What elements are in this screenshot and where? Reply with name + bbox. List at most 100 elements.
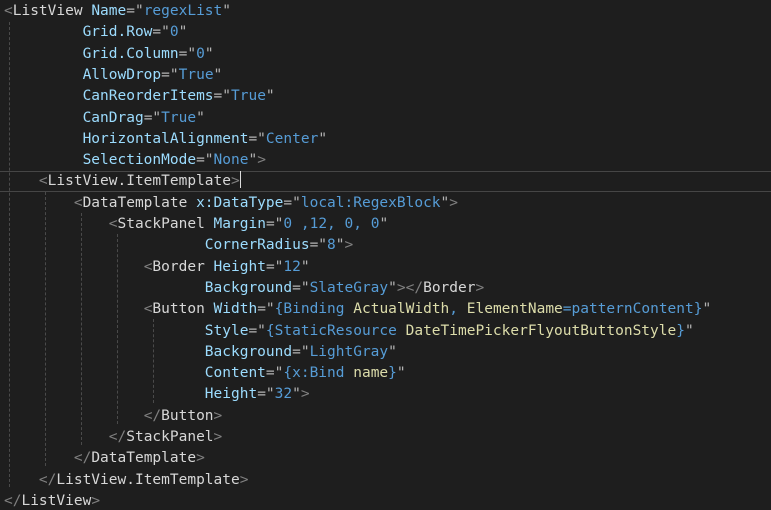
attribute-quote: =" (292, 279, 310, 296)
attribute-quote: " (388, 279, 397, 296)
attribute-value: Center (265, 130, 319, 147)
markup-extension-arg: ElementName (466, 301, 563, 318)
code-line[interactable]: <Button Width="{Binding ActualWidth, Ele… (4, 299, 712, 320)
tag-bracket: > (300, 386, 310, 403)
attribute-name: CanReorderItems (82, 88, 214, 105)
attribute-name: Grid.Row (82, 24, 153, 41)
markup-extension-arg: name (353, 365, 389, 382)
attribute-quote: =" (248, 130, 266, 147)
tag-bracket: > (196, 450, 205, 467)
code-line[interactable]: AllowDrop="True" (4, 65, 223, 86)
attribute-quote: " (396, 365, 406, 382)
attribute-quote: =" (178, 45, 197, 62)
code-line[interactable]: </ListView.ItemTemplate> (4, 470, 249, 491)
tag-bracket: > (344, 237, 354, 254)
attribute-quote: " (388, 343, 397, 360)
attribute-quote: =" (143, 109, 162, 126)
tag-bracket: < (73, 194, 83, 211)
element-name: StackPanel (126, 429, 214, 445)
attribute-quote: " (204, 45, 214, 62)
markup-extension-arg: DateTimePickerFlyoutButtonStyle (405, 322, 677, 339)
attribute-value: } (388, 365, 397, 382)
tag-bracket: </ (143, 407, 162, 424)
attribute-quote: =" (126, 3, 144, 19)
attribute-quote: " (440, 194, 450, 211)
attribute-value: 32 (274, 386, 293, 403)
tag-bracket: > (213, 407, 223, 424)
code-editor[interactable]: <ListView Name="regexList" Grid.Row="0" … (0, 0, 771, 510)
code-line[interactable]: Height="32"> (4, 384, 310, 405)
code-line[interactable]: <ListView Name="regexList" (4, 1, 231, 22)
code-line[interactable]: </StackPanel> (4, 427, 223, 448)
code-line[interactable]: <StackPanel Margin="0 ,12, 0, 0" (4, 214, 388, 235)
attribute-value: { (283, 365, 293, 382)
attribute-value: StaticResource (274, 322, 397, 339)
code-line[interactable]: Content="{x:Bind name}" (4, 363, 406, 384)
code-line[interactable]: Background="LightGray" (4, 342, 397, 363)
code-line[interactable]: CanDrag="True" (4, 108, 205, 129)
code-line[interactable]: CanReorderItems="True" (4, 86, 275, 107)
attribute-name: x:DataType (196, 194, 284, 211)
attribute-name: Grid.Column (82, 45, 179, 62)
attribute-value: 8 (327, 237, 336, 254)
attribute-name: Name (91, 3, 127, 19)
code-line[interactable]: Grid.Column="0" (4, 44, 214, 65)
attribute-value: 12 (283, 258, 301, 275)
code-line[interactable]: Grid.Row="0" (4, 22, 188, 43)
tag-bracket: > (475, 279, 485, 296)
tag-bracket: < (38, 173, 48, 190)
tag-bracket: > (213, 429, 223, 445)
element-name: Button (152, 301, 205, 318)
attribute-value: None (213, 152, 249, 169)
code-line[interactable]: Background="SlateGray"></Border> (4, 278, 484, 299)
element-name: DataTemplate (91, 450, 197, 467)
code-line[interactable]: Style="{StaticResource DateTimePickerFly… (4, 321, 694, 342)
code-line[interactable]: <DataTemplate x:DataType="local:RegexBlo… (4, 193, 458, 214)
attribute-value: 0 ,12, 0, 0 (283, 216, 380, 232)
tag-bracket: > (257, 152, 266, 169)
element-name: Border (423, 279, 476, 296)
attribute-value: regexList (143, 3, 223, 19)
attribute-value: LightGray (309, 343, 389, 360)
code-line[interactable]: CornerRadius="8"> (4, 235, 353, 256)
attribute-quote: =" (152, 24, 170, 41)
attribute-quote: " (702, 301, 712, 318)
attribute-value: local:RegexBlock (300, 194, 441, 211)
code-line[interactable]: </ListView> (4, 491, 100, 510)
attribute-name: CanDrag (82, 109, 144, 126)
attribute-name: CornerRadius (204, 237, 310, 254)
attribute-value: 0 (196, 45, 205, 62)
element-name: Button (161, 407, 214, 424)
tag-bracket: < (108, 216, 118, 232)
element-name: StackPanel (117, 216, 205, 232)
attribute-quote: =" (196, 152, 214, 169)
tag-bracket: </ (38, 471, 57, 488)
attribute-value: Binding (283, 301, 345, 318)
code-line[interactable]: </DataTemplate> (4, 448, 205, 469)
attribute-quote: =" (283, 194, 301, 211)
attribute-quote: =" (309, 237, 328, 254)
attribute-quote: =" (265, 216, 284, 232)
attribute-quote: " (196, 109, 205, 126)
attribute-value: 0 (169, 24, 179, 41)
attribute-quote: " (222, 3, 232, 19)
code-line[interactable]: </Button> (4, 406, 223, 427)
attribute-name: Content (204, 365, 266, 382)
attribute-name: Height (204, 386, 258, 403)
attribute-quote: " (248, 152, 258, 169)
attribute-value: True (178, 66, 214, 83)
code-line[interactable]: SelectionMode="None"> (4, 150, 266, 171)
code-line[interactable]: HorizontalAlignment="Center" (4, 129, 327, 150)
attribute-name: SelectionMode (82, 152, 197, 169)
code-line[interactable]: <Border Height="12" (4, 257, 310, 278)
code-line[interactable]: <ListView.ItemTemplate> (4, 171, 241, 192)
attribute-value: True (231, 88, 266, 105)
tag-bracket: </ (73, 450, 92, 467)
attribute-name: AllowDrop (82, 66, 162, 83)
attribute-quote: " (335, 237, 345, 254)
attribute-quote: =" (213, 88, 231, 105)
